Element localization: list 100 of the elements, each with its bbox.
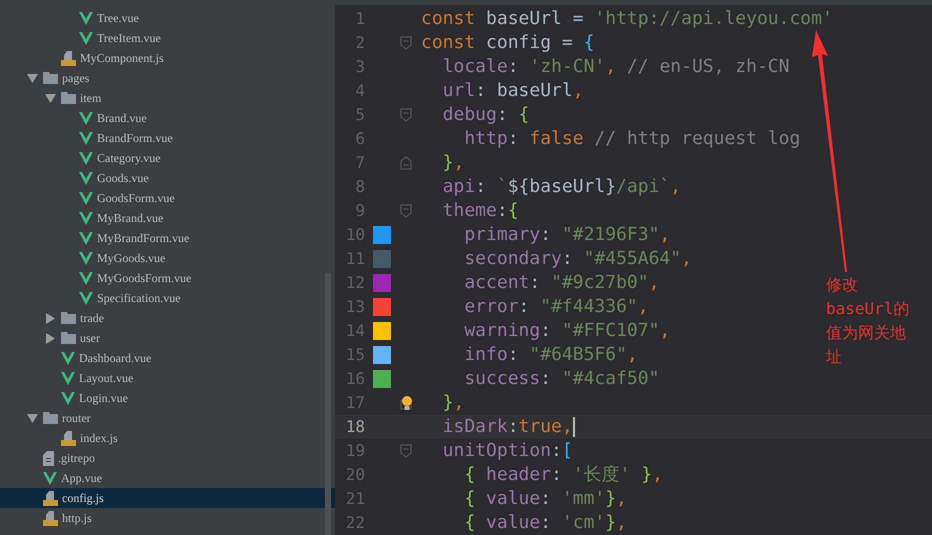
tree-item[interactable]: Tree.vue	[0, 8, 335, 28]
vue-file-icon	[79, 32, 93, 44]
expanded-arrow-icon[interactable]	[27, 414, 38, 422]
code-line: info: "#64B5F6",	[463, 343, 638, 367]
line-number: 2	[354, 32, 365, 54]
tree-item[interactable]: MyGoodsForm.vue	[0, 268, 335, 288]
fold-marker-icon[interactable]	[400, 108, 412, 122]
line-number: 17	[344, 392, 365, 414]
tree-item[interactable]: MyComponent.js	[0, 48, 335, 68]
line-number: 15	[344, 344, 365, 366]
annotation-text: 修改baseUrl的值为网关地址	[826, 274, 910, 368]
line-number: 10	[344, 224, 365, 246]
vue-file-icon	[79, 132, 93, 144]
folder-icon	[43, 72, 58, 84]
tree-item[interactable]: MyBrandForm.vue	[0, 228, 335, 248]
code-line: { value: 'mm'},	[463, 487, 627, 511]
vue-file-icon	[79, 272, 93, 284]
line-number: 7	[354, 152, 365, 174]
code-line: warning: "#FFC107",	[463, 319, 670, 343]
vue-file-icon	[43, 472, 57, 484]
tree-item[interactable]: trade	[0, 308, 335, 328]
code-line: secondary: "#455A64",	[463, 247, 692, 271]
folder-icon	[61, 332, 76, 344]
line-number: 9	[354, 200, 365, 222]
tree-item[interactable]: TreeItem.vue	[0, 28, 335, 48]
tree-item[interactable]: Layout.vue	[0, 368, 335, 388]
tree-item[interactable]: Dashboard.vue	[0, 348, 335, 368]
code-line: primary: "#2196F3",	[463, 223, 670, 247]
code-line: error: "#f44336",	[463, 295, 649, 319]
folder-icon	[43, 412, 58, 424]
tree-item[interactable]: Brand.vue	[0, 108, 335, 128]
vue-file-icon	[79, 172, 93, 184]
tree-item[interactable]: Specification.vue	[0, 288, 335, 308]
line-number: 22	[344, 512, 365, 534]
js-file-icon	[43, 490, 58, 506]
tree-item[interactable]: Login.vue	[0, 388, 335, 408]
tree-item[interactable]: BrandForm.vue	[0, 128, 335, 148]
fold-marker-icon[interactable]	[400, 444, 412, 458]
vue-file-icon	[79, 212, 93, 224]
code-line: theme:{	[442, 199, 519, 223]
vue-file-icon	[79, 12, 93, 24]
line-number: 5	[354, 104, 365, 126]
vue-file-icon	[61, 352, 75, 364]
code-line: url: baseUrl,	[442, 79, 584, 103]
fold-marker-icon[interactable]	[400, 204, 412, 218]
line-number: 19	[344, 440, 365, 462]
code-line: accent: "#9c27b0",	[463, 271, 660, 295]
tree-item[interactable]: GoodsForm.vue	[0, 188, 335, 208]
vue-file-icon	[79, 232, 93, 244]
code-line: },	[442, 151, 464, 175]
code-line: },	[442, 391, 464, 415]
line-number: 18	[344, 416, 365, 438]
code-line: const baseUrl = 'http://api.leyou.com'	[421, 7, 833, 31]
line-number: 20	[344, 464, 365, 486]
tree-item[interactable]: item	[0, 88, 335, 108]
fold-marker-icon[interactable]	[400, 156, 412, 170]
js-file-icon	[61, 430, 76, 446]
expanded-arrow-icon[interactable]	[45, 94, 56, 102]
code-line: success: "#4caf50"	[463, 367, 660, 391]
tree-item[interactable]: MyBrand.vue	[0, 208, 335, 228]
tree-item[interactable]: Category.vue	[0, 148, 335, 168]
fold-marker-icon[interactable]	[400, 36, 412, 50]
line-number: 12	[344, 272, 365, 294]
vue-file-icon	[79, 252, 93, 264]
tree-item[interactable]: Goods.vue	[0, 168, 335, 188]
vue-file-icon	[79, 192, 93, 204]
folder-icon	[61, 92, 76, 104]
tree-item[interactable]: MyGoods.vue	[0, 248, 335, 268]
tree-item[interactable]: http.js	[0, 508, 335, 528]
code-line: const config = {	[421, 31, 594, 55]
line-number: 8	[354, 176, 365, 198]
tree-item[interactable]: config.js	[0, 488, 335, 508]
tree-item[interactable]: App.vue	[0, 468, 335, 488]
code-line: { value: 'cm'},	[463, 511, 627, 535]
line-number: 21	[344, 488, 365, 510]
code-line: api: `${baseUrl}/api`,	[442, 175, 682, 199]
tree-item[interactable]: user	[0, 328, 335, 348]
text-file-icon	[43, 450, 54, 466]
js-file-icon	[43, 510, 58, 526]
tree-item[interactable]: pages	[0, 68, 335, 88]
code-line: { header: '长度' },	[463, 463, 663, 487]
line-number: 11	[344, 248, 365, 270]
collapsed-arrow-icon[interactable]	[46, 332, 55, 344]
vue-file-icon	[79, 112, 93, 124]
collapsed-arrow-icon[interactable]	[46, 312, 55, 324]
code-line: unitOption:[	[442, 439, 573, 463]
expanded-arrow-icon[interactable]	[27, 74, 38, 82]
vue-file-icon	[61, 392, 75, 404]
code-line: locale: 'zh-CN', // en-US, zh-CN	[442, 55, 790, 79]
scrollbar[interactable]	[325, 273, 331, 535]
vue-file-icon	[79, 152, 93, 164]
tree-item[interactable]: index.js	[0, 428, 335, 448]
line-number: 1	[354, 8, 365, 30]
vue-file-icon	[61, 372, 75, 384]
tree-item[interactable]: .gitrepo	[0, 448, 335, 468]
tree-item[interactable]: router	[0, 408, 335, 428]
line-number: 14	[344, 320, 365, 342]
line-number: 6	[354, 128, 365, 150]
line-number: 13	[344, 296, 365, 318]
line-number: 16	[344, 368, 365, 390]
